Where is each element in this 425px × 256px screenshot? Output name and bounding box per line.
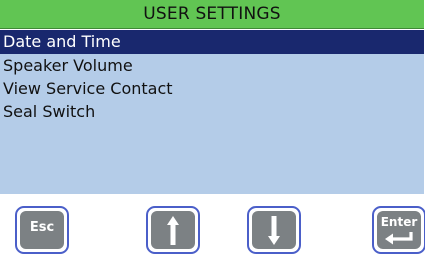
menu-item-view-service-contact[interactable]: View Service Contact: [0, 77, 424, 101]
device-screen: USER SETTINGS Date and Time Speaker Volu…: [0, 0, 425, 256]
down-button[interactable]: [247, 206, 301, 254]
esc-button-label: Esc: [29, 220, 55, 235]
up-key-face: [151, 211, 195, 249]
return-arrow-icon: [385, 232, 413, 245]
enter-button[interactable]: Enter: [372, 206, 425, 254]
down-key-face: [252, 211, 296, 249]
menu-item-speaker-volume[interactable]: Speaker Volume: [0, 54, 424, 78]
menu-item-date-and-time[interactable]: Date and Time: [0, 30, 424, 54]
enter-key-face: Enter: [377, 211, 421, 249]
settings-menu: Date and Time Speaker Volume View Servic…: [0, 30, 424, 194]
esc-button[interactable]: Esc: [15, 206, 69, 254]
softkey-bar: Esc Enter: [0, 194, 425, 256]
screen-title: USER SETTINGS: [0, 0, 424, 29]
menu-item-seal-switch[interactable]: Seal Switch: [0, 100, 424, 124]
arrow-down-icon: [268, 216, 280, 245]
arrow-up-icon: [167, 216, 179, 245]
esc-key-face: Esc: [20, 211, 64, 249]
up-button[interactable]: [146, 206, 200, 254]
